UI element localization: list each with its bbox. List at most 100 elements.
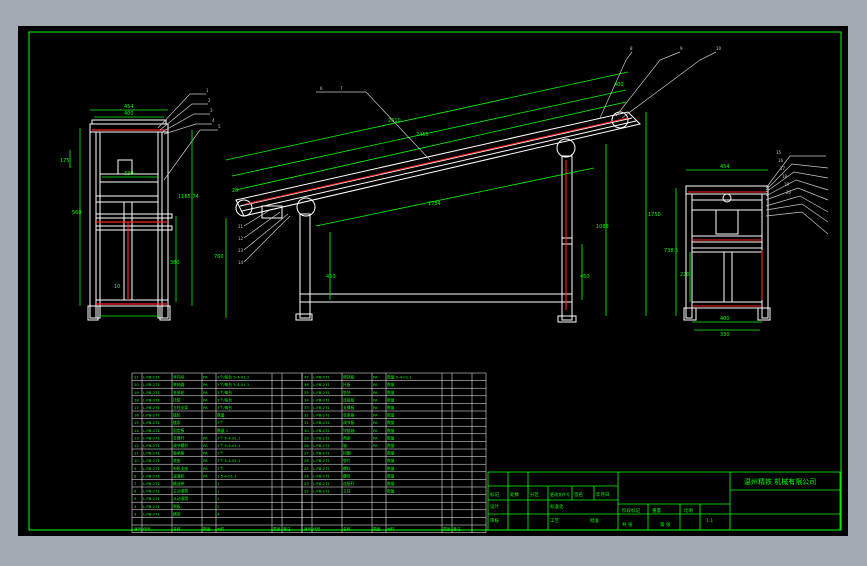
dim-front-top: 454	[124, 104, 134, 110]
dim-front-10: 10	[114, 284, 120, 290]
title-label-date: 年月日	[596, 491, 610, 498]
bom-right-code: L-PB-271	[313, 382, 331, 387]
callout-right-20: 20	[786, 190, 792, 195]
bom-right-code: L-PB-271	[313, 458, 331, 463]
title-label-approve: 批准	[590, 517, 599, 524]
title-scale-value: 1:1	[706, 518, 713, 524]
dim-front-1165: 1165.74	[178, 194, 199, 200]
bom-right-note: 数量	[387, 420, 395, 425]
bom-left-material: PA	[203, 375, 208, 380]
bom-left-material: PA	[203, 451, 208, 456]
dim-right-bottom: 400	[720, 316, 730, 322]
bom-right-name: 铰链轴	[343, 428, 355, 433]
callout-side-10: 10	[716, 46, 722, 51]
bom-left-index: 17	[134, 405, 139, 410]
bom-left-name: 链轮	[173, 413, 181, 418]
bom-right-name: 张紧座	[343, 413, 355, 418]
bom-left-code: L-PB-271	[143, 390, 161, 395]
bom-right-index: 22	[304, 489, 309, 494]
bom-left-name: 张紧轮	[173, 390, 185, 395]
bom-left-index: 11	[134, 451, 139, 456]
dim-front-inner: 400	[124, 111, 134, 117]
title-label-sheet-no: 第 张	[660, 521, 671, 528]
title-label-mark: 标记	[490, 491, 499, 498]
title-label-total-sheets: 共 张	[622, 521, 633, 528]
bom-left-index: 18	[134, 397, 139, 402]
bom-right-code: L-PB-271	[313, 435, 331, 440]
title-label-review: 审核	[490, 517, 499, 524]
bom-right-index: 28	[304, 443, 309, 448]
bom-left-material: PA	[203, 458, 208, 463]
bom-left-name: 底座	[173, 458, 181, 463]
bom-left-name: 支撑杆	[173, 435, 185, 440]
bom-left-name: 调节螺杆	[173, 443, 188, 448]
bom-left-note: 3个/每台 5-4-01.1	[217, 382, 250, 387]
bom-left-material: PA	[203, 397, 208, 402]
bom-left-material: PA	[203, 443, 208, 448]
cad-viewport[interactable]: 454 400 330 175 560 1165.74 380 10 1 2 3…	[0, 0, 867, 562]
bom-right-material: PA	[373, 397, 378, 402]
bom-left-code: L-PB-271	[143, 405, 161, 410]
bom-left-note: 3个 5-4-01.1	[217, 435, 241, 440]
bom-right-note: 数量	[387, 466, 395, 471]
bom-left-name: 横梁	[173, 511, 181, 516]
bom-left-note: 3个/每台	[217, 390, 232, 395]
bom-right-code: L-PB-271	[313, 405, 331, 410]
bom-header-left: 备注	[283, 527, 291, 532]
bom-right-name: 连接板	[343, 397, 355, 402]
bom-right-material: PA	[373, 405, 378, 410]
bom-left-name: 立柱支架	[173, 405, 188, 410]
bom-left-index: 19	[134, 390, 139, 395]
title-label-weight: 重量	[652, 507, 661, 514]
bom-left-note: 3个 5-4-01.1	[217, 458, 241, 463]
title-label-stage: 阶段标记	[622, 507, 640, 514]
bom-right-material: PA	[373, 420, 378, 425]
bom-right-name: 立柱	[343, 489, 351, 494]
bom-right-name: 垫片	[343, 458, 351, 463]
dim-right-left: 738.5	[664, 248, 678, 254]
title-label-design: 设计	[490, 503, 499, 510]
bom-header-right: 名称	[343, 527, 351, 532]
bom-right-code: L-PB-271	[313, 413, 331, 418]
bom-left-note: 3个/每台	[217, 397, 232, 402]
bom-right-code: L-PB-271	[313, 428, 331, 433]
bom-left-code: L-PB-271	[143, 496, 161, 501]
bom-right-index: 23	[304, 481, 309, 486]
bom-left-name: 联轴器	[173, 382, 185, 387]
bom-left-name: 减速机	[173, 473, 185, 478]
bom-right-name: 调节板	[343, 420, 355, 425]
bom-left-code: L-PB-271	[143, 420, 161, 425]
bom-right-note: 数量	[387, 451, 395, 456]
bom-left-index: 14	[134, 428, 139, 433]
dim-side-2455: 2455	[416, 132, 429, 138]
dim-front-380: 380	[170, 260, 180, 266]
bom-right-code: L-PB-271	[313, 466, 331, 471]
dim-side-20: 20	[232, 188, 238, 194]
dim-side-1088: 1088	[596, 224, 609, 230]
dim-side-2610: 2610	[388, 118, 401, 124]
bom-right-name: 支撑板	[343, 405, 355, 410]
bom-right-name: 螺栓	[343, 466, 351, 471]
bom-right-name: 托板	[343, 382, 351, 387]
bom-header-right: 序号	[304, 527, 312, 532]
bom-right-name: 垫块	[343, 390, 351, 395]
bom-left-code: L-PB-271	[143, 489, 161, 494]
bom-left-name: 导向块	[173, 375, 185, 380]
bom-left-material: PA	[203, 435, 208, 440]
bom-right-index: 26	[304, 458, 309, 463]
bom-right-code: L-PB-271	[313, 420, 331, 425]
bom-right-code: L-PB-271	[313, 489, 331, 494]
bom-left-index: 20	[134, 382, 139, 387]
bom-right-index: 37	[304, 375, 309, 380]
bom-right-note: 数量	[387, 481, 395, 486]
bom-right-code: L-PB-271	[313, 443, 331, 448]
company-name: 温州精铁 机械有限公司	[744, 477, 816, 486]
callout-side-11: 11	[238, 224, 244, 229]
bom-left-code: L-PB-271	[143, 473, 161, 478]
title-label-change: 更改文件号	[550, 491, 570, 497]
bom-right-index: 29	[304, 435, 309, 440]
bom-right-note: 数量	[387, 405, 395, 410]
bom-right-index: 27	[304, 451, 309, 456]
callout-side-13: 13	[238, 248, 244, 253]
bom-left-note: 1 5-4-01.1	[217, 473, 237, 478]
